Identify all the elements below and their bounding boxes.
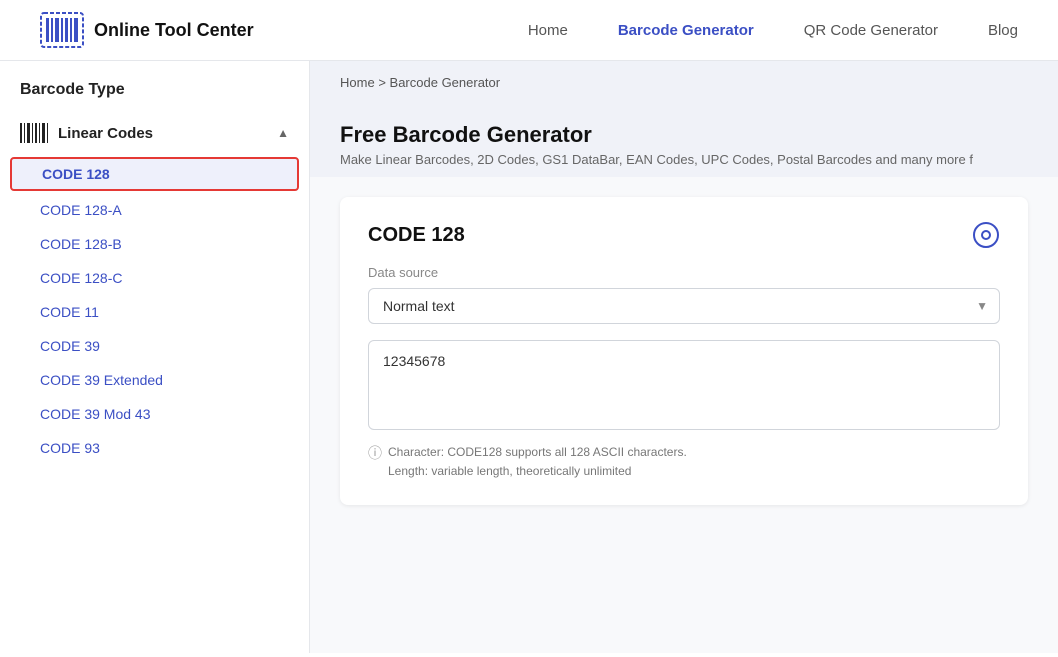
breadcrumb-home[interactable]: Home bbox=[340, 75, 375, 90]
sidebar-item-code39mod43[interactable]: CODE 39 Mod 43 bbox=[0, 397, 309, 431]
barcode-section-icon bbox=[20, 123, 48, 143]
data-source-wrapper: Normal text Hexadecimal ▼ bbox=[368, 288, 1000, 324]
sidebar-item-code39ext[interactable]: CODE 39 Extended bbox=[0, 363, 309, 397]
main-nav: Home Barcode Generator QR Code Generator… bbox=[528, 22, 1018, 39]
main-content: Home > Barcode Generator Free Barcode Ge… bbox=[310, 61, 1058, 653]
page-title: Free Barcode Generator bbox=[340, 122, 1028, 148]
data-source-select[interactable]: Normal text Hexadecimal bbox=[368, 288, 1000, 324]
layout: Barcode Type Linear Codes ▲ CODE 128 COD… bbox=[0, 61, 1058, 653]
logo-text: Online Tool Center bbox=[94, 20, 254, 41]
card-header: CODE 128 bbox=[368, 221, 1000, 249]
linear-codes-label: Linear Codes bbox=[58, 125, 153, 142]
generator-card: CODE 128 Data source Normal text Hexadec… bbox=[340, 197, 1028, 505]
sidebar-item-code128b[interactable]: CODE 128-B bbox=[0, 227, 309, 261]
page-subtitle: Make Linear Barcodes, 2D Codes, GS1 Data… bbox=[340, 152, 1028, 167]
page-intro: Free Barcode Generator Make Linear Barco… bbox=[310, 104, 1058, 177]
info-line2: Length: variable length, theoretically u… bbox=[388, 462, 687, 481]
sidebar: Barcode Type Linear Codes ▲ CODE 128 COD… bbox=[0, 61, 310, 653]
sidebar-title: Barcode Type bbox=[0, 81, 309, 115]
card-title: CODE 128 bbox=[368, 224, 465, 247]
sidebar-item-code39[interactable]: CODE 39 bbox=[0, 329, 309, 363]
barcode-data-input[interactable]: 12345678 bbox=[368, 340, 1000, 430]
nav-qr[interactable]: QR Code Generator bbox=[804, 22, 938, 39]
sidebar-item-code93[interactable]: CODE 93 bbox=[0, 431, 309, 465]
sidebar-item-code128[interactable]: CODE 128 bbox=[10, 157, 299, 191]
nav-barcode[interactable]: Barcode Generator bbox=[618, 22, 754, 39]
info-lines: Character: CODE128 supports all 128 ASCI… bbox=[388, 443, 687, 481]
header: Online Tool Center Home Barcode Generato… bbox=[0, 0, 1058, 61]
info-text: ⓘ Character: CODE128 supports all 128 AS… bbox=[368, 443, 1000, 481]
logo-area: Online Tool Center bbox=[40, 12, 254, 48]
nav-home[interactable]: Home bbox=[528, 22, 568, 39]
section-chevron: ▲ bbox=[277, 126, 289, 140]
sidebar-items: CODE 128 CODE 128-A CODE 128-B CODE 128-… bbox=[0, 151, 309, 469]
nav-blog[interactable]: Blog bbox=[988, 22, 1018, 39]
breadcrumb: Home > Barcode Generator bbox=[310, 61, 1058, 104]
info-icon: ⓘ bbox=[368, 443, 382, 481]
sidebar-item-code128a[interactable]: CODE 128-A bbox=[0, 193, 309, 227]
sidebar-item-code11[interactable]: CODE 11 bbox=[0, 295, 309, 329]
settings-icon[interactable] bbox=[972, 221, 1000, 249]
breadcrumb-separator: > bbox=[378, 75, 386, 90]
sidebar-item-code128c[interactable]: CODE 128-C bbox=[0, 261, 309, 295]
data-source-label: Data source bbox=[368, 265, 1000, 280]
sidebar-section-linear[interactable]: Linear Codes ▲ bbox=[0, 115, 309, 151]
logo-icon bbox=[40, 12, 84, 48]
breadcrumb-current: Barcode Generator bbox=[390, 75, 501, 90]
info-line1: Character: CODE128 supports all 128 ASCI… bbox=[388, 443, 687, 462]
